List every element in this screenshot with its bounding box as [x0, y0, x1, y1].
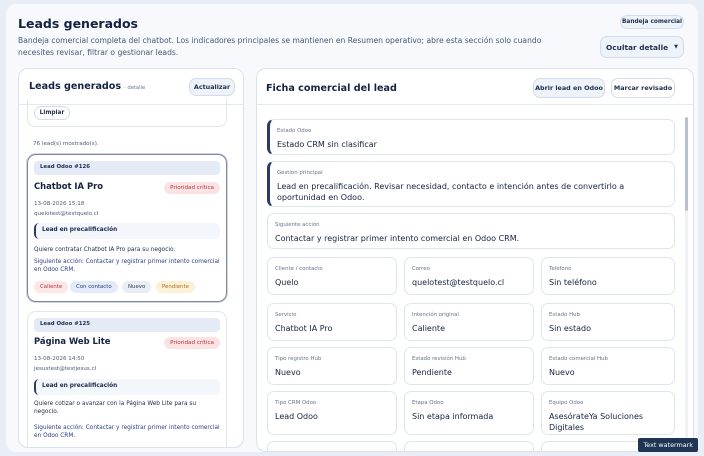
chevron-down-icon: ▼ — [674, 44, 678, 50]
mark-reviewed-button[interactable]: Marcar revisado — [611, 78, 675, 98]
field-label: Gestión principal — [277, 170, 323, 176]
hub-commercial-field: Estado comercial Hub Nuevo — [541, 347, 675, 385]
page-title: Leads generados — [18, 16, 138, 31]
chip-temperature: Caliente — [34, 281, 69, 293]
field-value: AsesórateYa Soluciones Digitales — [549, 412, 644, 432]
filters-scrollbar[interactable] — [243, 103, 244, 133]
leads-list-title: Leads generados · detalle — [29, 81, 145, 92]
next-action-card: Siguiente acción Contactar y registrar p… — [267, 213, 675, 249]
field-label: Estado comercial Hub — [549, 356, 608, 362]
field-value: Nuevo — [549, 368, 575, 377]
page-description: Bandeja comercial completa del chatbot. … — [18, 36, 542, 57]
field-value: quelotest@testquelo.cl — [412, 278, 505, 287]
leads-list-panel: Leads generados · detalle Actualizar Limp… — [18, 68, 244, 448]
field-label: Estado Odoo — [277, 128, 312, 134]
field-value: Sin estado — [549, 324, 592, 333]
leads-list-title-text: Leads generados — [29, 81, 122, 92]
lead-message: Quiere cotizar o avanzar con la Página W… — [34, 401, 197, 415]
field-label: Tipo CRM Odoo — [275, 400, 317, 406]
detail-field-partial — [404, 441, 534, 451]
field-label: Siguiente acción — [275, 222, 320, 228]
leads-count: 76 lead(s) mostrado(s). — [33, 141, 99, 147]
main-management-card: Gestión principal Lead en precalificació… — [267, 161, 675, 207]
field-label: Servicio — [275, 312, 297, 318]
field-label: Estado revisión Hub — [412, 356, 466, 362]
clear-filters-button[interactable]: Limpiar — [34, 106, 70, 120]
field-label: Estado Hub — [549, 312, 580, 318]
lead-id-tag: Lead Odoo #125 — [34, 318, 220, 332]
leads-list-subtitle: · detalle — [124, 85, 146, 91]
lead-message: Quiere contratar Chatbot IA Pro para su … — [34, 247, 176, 253]
lead-detail-title: Ficha comercial del lead — [266, 83, 397, 94]
lead-datetime: 13-08-2026 14:50 — [34, 356, 85, 362]
hub-review-field: Estado revisión Hub Pendiente — [404, 347, 534, 385]
field-label: Cliente / contacto — [275, 266, 323, 272]
hide-detail-button[interactable]: Ocultar detalle ▼ — [600, 36, 684, 58]
lead-email: jesustest@testjesus.cl — [34, 366, 97, 372]
odoo-team-field: Equipo Odoo AsesórateYa Soluciones Digit… — [541, 391, 675, 435]
lead-next-action: Siguiente acción: Contactar y registrar … — [34, 259, 220, 273]
hub-record-type-field: Tipo registro Hub Nuevo — [267, 347, 397, 385]
field-value: Chatbot IA Pro — [275, 324, 333, 333]
lead-status: Lead en precalificación — [34, 223, 220, 239]
lead-card[interactable]: Lead Odoo #126 Chatbot IA Pro Prioridad … — [27, 154, 227, 302]
lead-next-action: Siguiente acción: Contactar y registrar … — [34, 425, 220, 439]
lead-email: quelotest@testquelo.cl — [34, 211, 99, 217]
inbox-button[interactable]: Bandeja comercial — [620, 15, 684, 29]
filters-card: Limpiar — [27, 99, 227, 127]
field-label: Etapa Odoo — [412, 400, 444, 406]
field-value: Pendiente — [412, 368, 452, 377]
lead-id-tag: Lead Odoo #126 — [34, 161, 220, 175]
odoo-crm-type-field: Tipo CRM Odoo Lead Odoo — [267, 391, 397, 435]
field-value: Sin teléfono — [549, 278, 597, 287]
field-value: Estado CRM sin clasificar — [277, 140, 377, 149]
field-label: Correo — [412, 266, 430, 272]
field-value: Lead en precalificación. Revisar necesid… — [277, 182, 625, 202]
email-field: Correo quelotest@testquelo.cl — [404, 257, 534, 295]
text-watermark: Text watermark — [638, 438, 698, 452]
chip-review: Pendiente — [156, 281, 195, 293]
refresh-button[interactable]: Actualizar — [189, 78, 235, 96]
field-label: Equipo Odoo — [549, 400, 584, 406]
lead-detail-panel: Ficha comercial del lead Abrir lead en O… — [256, 68, 694, 452]
detail-field-partial — [267, 441, 397, 451]
priority-badge: Prioridad crítica — [164, 182, 220, 194]
field-value: Nuevo — [275, 368, 301, 377]
chip-type: Nuevo — [122, 281, 152, 293]
contact-field: Cliente / contacto Quelo — [267, 257, 397, 295]
lead-datetime: 13-08-2026 15:18 — [34, 201, 85, 207]
app-frame: Leads generados Bandeja comercial comple… — [6, 4, 698, 452]
odoo-stage-field: Etapa Odoo Sin etapa informada — [404, 391, 534, 435]
service-field: Servicio Chatbot IA Pro — [267, 303, 397, 341]
field-value: Quelo — [275, 278, 299, 287]
phone-field: Teléfono Sin teléfono — [541, 257, 675, 295]
field-value: Contactar y registrar primer intento com… — [275, 234, 520, 243]
field-value: Sin etapa informada — [412, 412, 494, 421]
lead-name: Chatbot IA Pro — [34, 181, 103, 191]
detail-scrollbar-thumb[interactable] — [685, 117, 688, 211]
priority-badge: Prioridad crítica — [164, 337, 220, 349]
hide-detail-label: Ocultar detalle — [606, 42, 669, 52]
field-label: Teléfono — [549, 266, 572, 272]
field-label: Tipo registro Hub — [275, 356, 322, 362]
lead-status: Lead en precalificación — [34, 379, 220, 395]
field-label: Intención original — [412, 312, 459, 318]
field-value: Lead Odoo — [275, 412, 318, 421]
lead-card[interactable]: Lead Odoo #125 Página Web Lite Prioridad… — [27, 311, 227, 447]
open-in-odoo-button[interactable]: Abrir lead en Odoo — [533, 78, 605, 98]
odoo-status-card: Estado Odoo Estado CRM sin clasificar — [267, 119, 675, 155]
lead-name: Página Web Lite — [34, 336, 111, 346]
intent-field: Intención original Caliente — [404, 303, 534, 341]
lead-detail-header: Ficha comercial del lead Abrir lead en O… — [257, 69, 693, 105]
field-value: Caliente — [412, 324, 445, 333]
hub-status-field: Estado Hub Sin estado — [541, 303, 675, 341]
filters-scrollbar-thumb[interactable] — [243, 123, 244, 133]
chip-contact: Con contacto — [70, 281, 118, 293]
